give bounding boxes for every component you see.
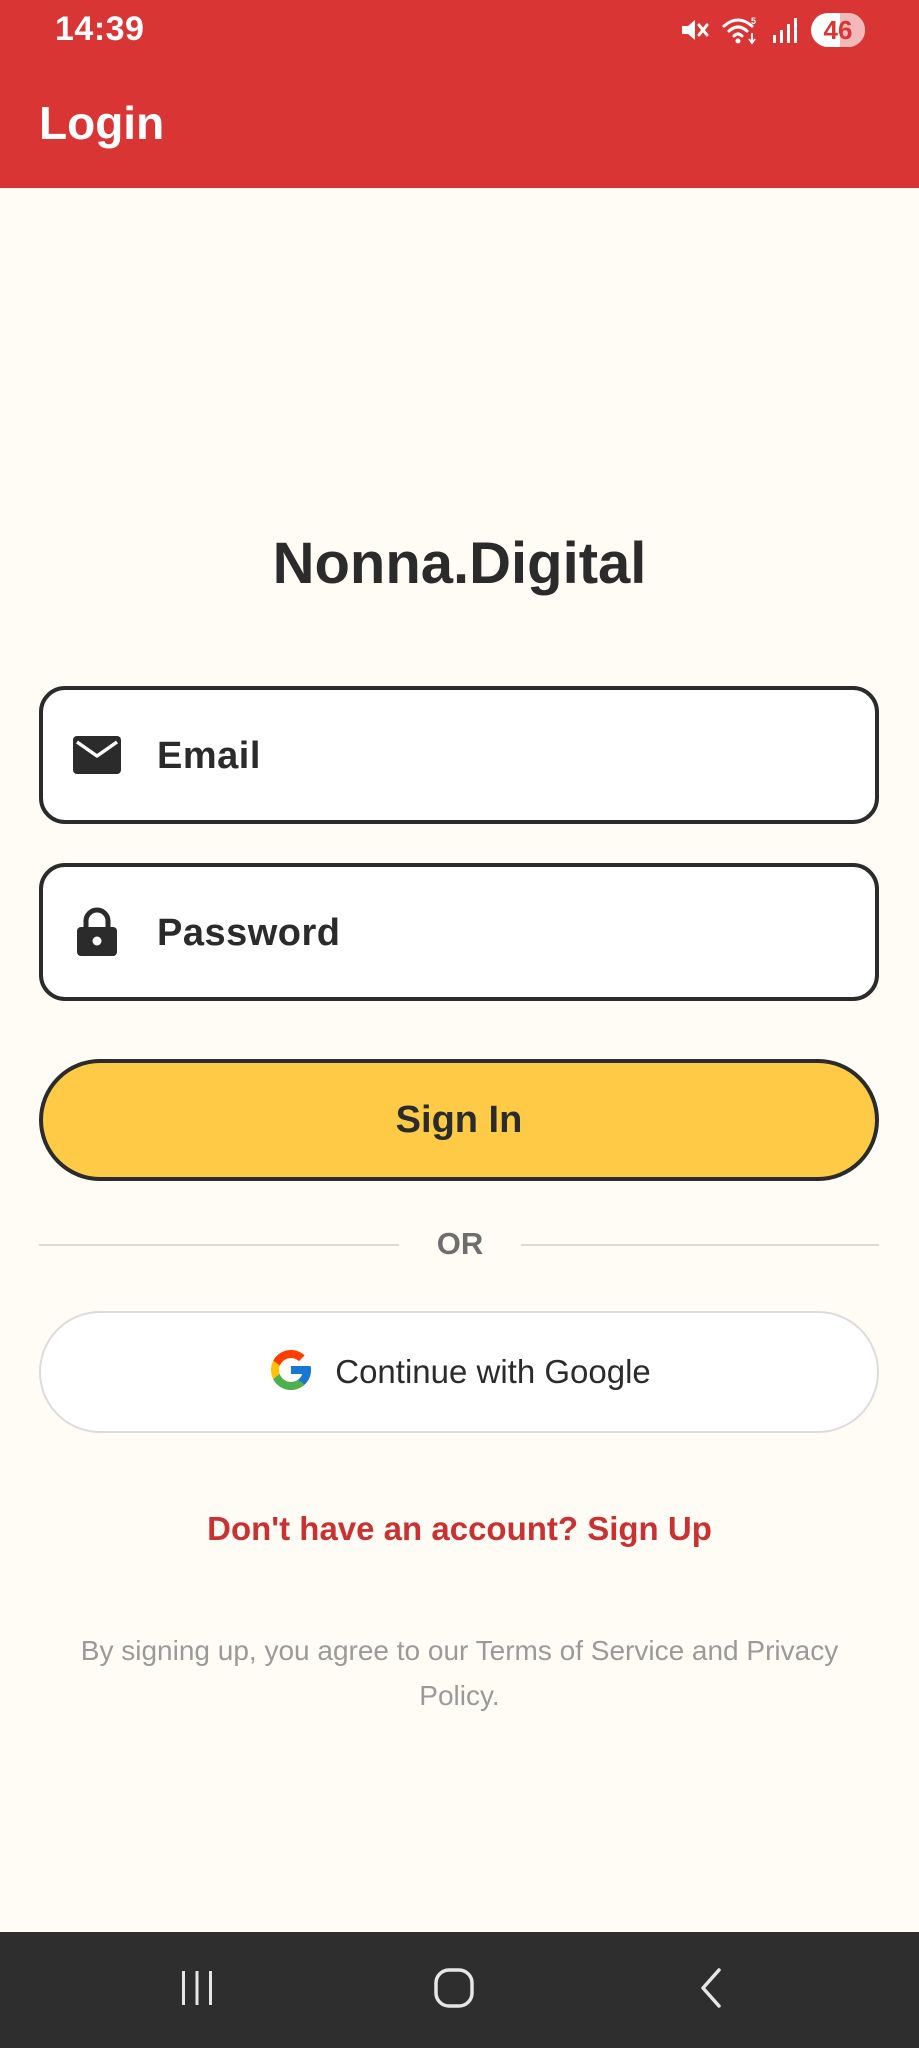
mute-icon	[679, 15, 709, 45]
continue-with-google-button[interactable]: Continue with Google	[39, 1311, 879, 1433]
svg-text:5: 5	[751, 16, 756, 26]
page-title: Login	[39, 97, 165, 149]
sign-in-button[interactable]: Sign In	[39, 1059, 879, 1181]
signal-icon	[771, 15, 799, 45]
google-button-label: Continue with Google	[335, 1353, 651, 1390]
divider-left	[39, 1244, 399, 1246]
status-icons: 5 46	[679, 12, 865, 48]
divider-label: OR	[436, 1226, 484, 1261]
google-logo-icon	[267, 1346, 315, 1399]
battery-icon: 46	[811, 13, 865, 47]
lock-icon	[71, 906, 123, 958]
recents-icon	[177, 1968, 217, 2013]
divider-right	[521, 1244, 879, 1246]
wifi-icon: 5	[721, 15, 759, 45]
mail-icon	[71, 729, 123, 781]
back-button[interactable]	[641, 1932, 781, 2048]
password-input[interactable]	[155, 867, 859, 999]
terms-text: By signing up, you agree to our Terms of…	[80, 1635, 839, 1711]
password-field[interactable]	[39, 863, 879, 1001]
email-field[interactable]	[39, 686, 879, 824]
home-button[interactable]	[384, 1932, 524, 2048]
email-input[interactable]	[155, 690, 859, 822]
home-icon	[432, 1966, 476, 2015]
back-icon	[693, 1966, 729, 2015]
recents-button[interactable]	[127, 1932, 267, 2048]
sign-up-link[interactable]: Don't have an account? Sign Up	[0, 1510, 919, 1548]
system-nav-bar	[0, 1932, 919, 2048]
app-bar: 14:39 5 46 Login	[0, 0, 919, 188]
battery-level: 46	[823, 14, 853, 45]
brand-title: Nonna.Digital	[272, 531, 647, 596]
login-screen: 14:39 5 46 Login Nonna.Digital Email Sig…	[0, 0, 919, 2048]
status-time: 14:39	[55, 10, 145, 48]
